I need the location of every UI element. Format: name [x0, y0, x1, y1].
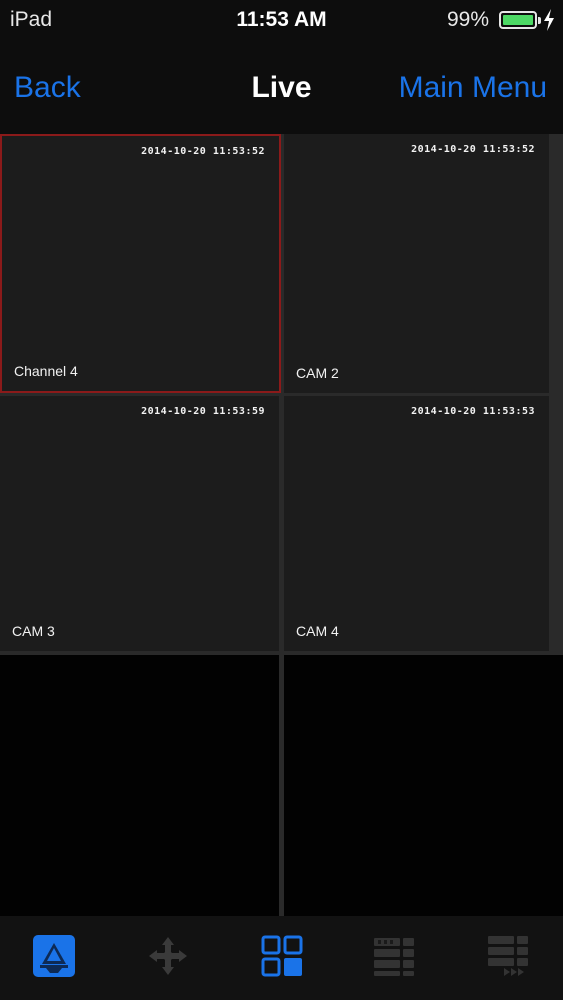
video-grid: 2014-10-20 11:53:52 Channel 4 2014-10-20…: [0, 134, 563, 916]
video-cell-5[interactable]: [0, 655, 279, 916]
video-timestamp: 2014-10-20 11:53:59: [141, 406, 265, 417]
grid-layout-button[interactable]: [260, 934, 304, 978]
battery-cap: [538, 17, 541, 24]
ptz-move-icon: [149, 937, 187, 975]
navigation-bar: Back Live Main Menu: [0, 44, 563, 134]
playback-rewind-button[interactable]: [372, 934, 416, 978]
video-cell-2[interactable]: 2014-10-20 11:53:52 CAM 2: [284, 134, 549, 393]
live-view-icon: [33, 935, 75, 977]
channel-label: Channel 4: [14, 363, 78, 379]
video-cell-3[interactable]: 2014-10-20 11:53:59 CAM 3: [0, 396, 279, 651]
channel-label: CAM 4: [296, 623, 339, 639]
battery-icon: [499, 11, 541, 29]
video-timestamp: 2014-10-20 11:53:53: [411, 406, 535, 417]
playback-forward-button[interactable]: [486, 934, 530, 978]
live-view-button[interactable]: [32, 934, 76, 978]
video-cell-4[interactable]: 2014-10-20 11:53:53 CAM 4: [284, 396, 549, 651]
video-cell-6[interactable]: [284, 655, 563, 916]
battery-percent: 99%: [446, 8, 489, 31]
charging-bolt-icon: [544, 9, 554, 31]
status-bar: iPad 11:53 AM 99%: [0, 0, 563, 44]
bottom-toolbar: [0, 916, 563, 1000]
grid-layout-icon: [261, 935, 303, 977]
playback-rewind-icon: [374, 938, 414, 976]
channel-label: CAM 3: [12, 623, 55, 639]
video-timestamp: 2014-10-20 11:53:52: [411, 144, 535, 155]
channel-label: CAM 2: [296, 365, 339, 381]
playback-forward-icon: [488, 936, 528, 976]
ptz-button[interactable]: [146, 934, 190, 978]
main-menu-button[interactable]: Main Menu: [399, 71, 547, 105]
video-timestamp: 2014-10-20 11:53:52: [141, 146, 265, 157]
battery-fill: [503, 15, 533, 25]
video-cell-1[interactable]: 2014-10-20 11:53:52 Channel 4: [0, 134, 281, 393]
